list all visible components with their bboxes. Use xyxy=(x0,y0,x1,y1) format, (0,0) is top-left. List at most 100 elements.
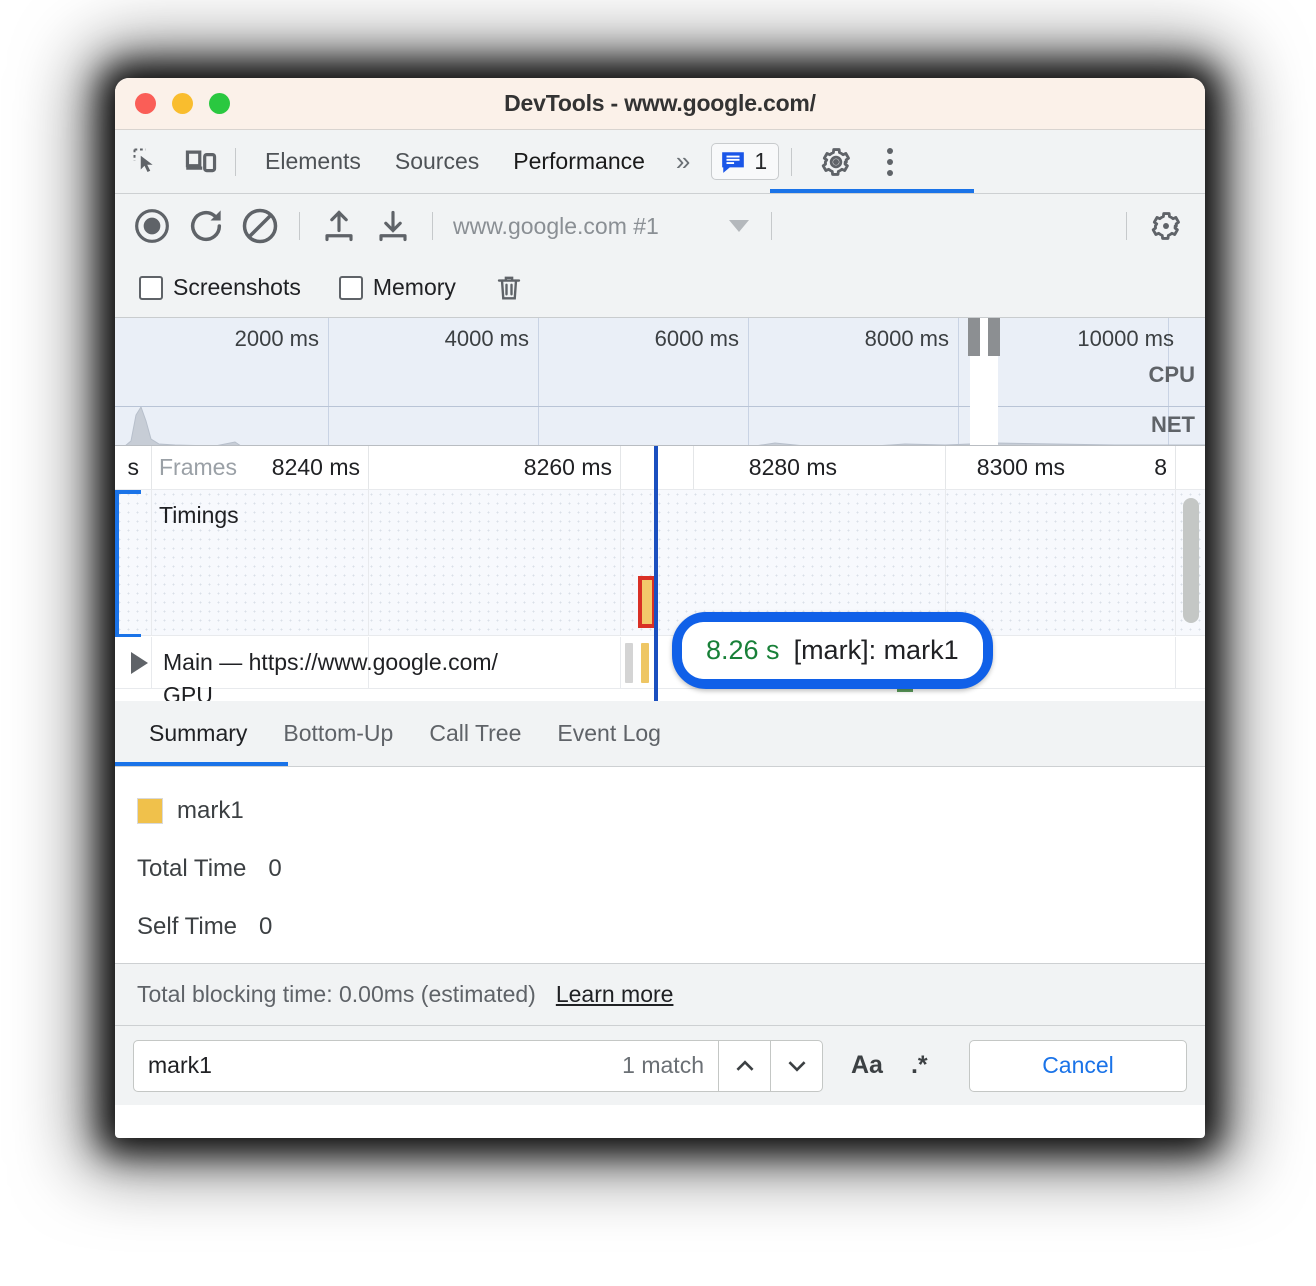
device-toolbar-icon[interactable] xyxy=(179,140,223,184)
perf-divider-1 xyxy=(299,212,300,240)
cpu-usage-curve xyxy=(115,401,1205,446)
download-profile-icon[interactable] xyxy=(366,199,420,253)
session-selector-label[interactable]: www.google.com #1 xyxy=(453,213,659,240)
reload-record-icon[interactable] xyxy=(179,199,233,253)
match-count-label: 1 match xyxy=(622,1052,718,1079)
flame-chart-scrollbar[interactable] xyxy=(1183,498,1199,623)
overview-cpu-baseline xyxy=(115,406,1205,407)
overview-tick: 10000 ms xyxy=(1028,326,1183,352)
upload-profile-icon[interactable] xyxy=(312,199,366,253)
record-icon[interactable] xyxy=(125,199,179,253)
main-event-bar-yellow[interactable] xyxy=(641,643,649,683)
more-tabs-icon[interactable]: » xyxy=(662,146,699,177)
summary-row: Total Time 0 xyxy=(137,855,1205,883)
search-bar: 1 match Aa .* Cancel xyxy=(115,1025,1205,1105)
main-thread-track[interactable]: Main — https://www.google.com/ xyxy=(115,637,1205,689)
toolbar-divider xyxy=(235,148,236,176)
overview-window-left-handle[interactable] xyxy=(968,318,980,356)
window-title: DevTools - www.google.com/ xyxy=(115,90,1205,117)
inspect-cursor-icon[interactable] xyxy=(125,140,169,184)
event-color-swatch xyxy=(137,798,163,824)
chevron-down-icon[interactable] xyxy=(770,1040,822,1092)
overview-tick: 4000 ms xyxy=(398,326,538,352)
issues-message-icon xyxy=(720,149,746,175)
tab-event-log[interactable]: Event Log xyxy=(539,701,679,766)
screenshot-root: DevTools - www.google.com/ E xyxy=(0,0,1316,1286)
perf-divider-3 xyxy=(771,212,772,240)
tab-performance[interactable]: Performance xyxy=(496,130,662,193)
flame-tick: 8280 ms xyxy=(705,454,845,481)
gear-icon[interactable] xyxy=(814,140,858,184)
perf-divider-2 xyxy=(432,212,433,240)
tab-summary[interactable]: Summary xyxy=(131,701,265,766)
summary-panel: mark1 Total Time 0 Self Time 0 xyxy=(115,767,1205,963)
tab-elements[interactable]: Elements xyxy=(248,130,378,193)
search-input[interactable] xyxy=(134,1052,622,1079)
active-tab-indicator xyxy=(770,189,974,193)
timings-track[interactable]: Timings xyxy=(115,490,1205,636)
overview-window-right-handle[interactable] xyxy=(988,318,1000,356)
summary-row: Self Time 0 xyxy=(137,913,1205,941)
overview-cpu-label: CPU xyxy=(1149,362,1195,388)
tab-sources[interactable]: Sources xyxy=(378,130,496,193)
perf-divider-4 xyxy=(1126,212,1127,240)
devtools-tabbar: Elements Sources Performance » 1 xyxy=(115,130,1205,194)
expand-triangle-icon[interactable] xyxy=(131,652,148,674)
capture-settings-gear-icon[interactable] xyxy=(1139,199,1193,253)
tab-bottom-up[interactable]: Bottom-Up xyxy=(265,701,411,766)
performance-toolbar: www.google.com #1 xyxy=(115,194,1205,258)
overview-tick: 8000 ms xyxy=(818,326,958,352)
chevron-down-icon[interactable] xyxy=(729,220,749,232)
flame-tick: 8 xyxy=(1115,454,1175,481)
flame-tick: 8240 ms xyxy=(228,454,368,481)
screenshots-label[interactable]: Screenshots xyxy=(173,274,301,301)
frames-track-label: Frames xyxy=(159,454,237,481)
chevron-up-icon[interactable] xyxy=(718,1040,770,1092)
timeline-overview[interactable]: 2000 ms 4000 ms 6000 ms 8000 ms 10000 ms… xyxy=(115,318,1205,446)
self-time-label: Self Time xyxy=(137,913,237,941)
selection-bracket xyxy=(115,490,141,638)
event-name: mark1 xyxy=(177,797,244,825)
total-time-value: 0 xyxy=(268,855,281,883)
flame-chart-ruler[interactable]: s Frames 8240 ms 8260 ms 8280 ms 8300 ms… xyxy=(115,446,1205,490)
active-details-tab-indicator xyxy=(115,762,288,766)
learn-more-link[interactable]: Learn more xyxy=(556,981,674,1008)
timings-track-label: Timings xyxy=(159,502,239,529)
more-options-icon[interactable] xyxy=(868,140,912,184)
total-time-label: Total Time xyxy=(137,855,246,883)
window-titlebar: DevTools - www.google.com/ xyxy=(115,78,1205,130)
regex-button[interactable]: .* xyxy=(911,1051,928,1080)
event-tooltip: 8.26 s [mark]: mark1 xyxy=(682,622,983,679)
memory-label[interactable]: Memory xyxy=(373,274,456,301)
search-field-wrapper[interactable]: 1 match xyxy=(133,1040,823,1092)
toolbar-divider-2 xyxy=(791,148,792,176)
overview-tick: 6000 ms xyxy=(608,326,748,352)
details-tabbar: Summary Bottom-Up Call Tree Event Log xyxy=(115,701,1205,767)
devtools-window: DevTools - www.google.com/ E xyxy=(115,78,1205,1138)
selection-playhead[interactable] xyxy=(654,446,658,701)
main-event-bar-gray[interactable] xyxy=(625,643,633,683)
capture-options-row: Screenshots Memory xyxy=(115,258,1205,318)
tooltip-label: [mark]: mark1 xyxy=(794,635,959,666)
screenshots-checkbox[interactable] xyxy=(139,276,163,300)
cancel-button[interactable]: Cancel xyxy=(969,1040,1187,1092)
flame-tick: 8260 ms xyxy=(480,454,620,481)
flame-chart[interactable]: s Frames 8240 ms 8260 ms 8280 ms 8300 ms… xyxy=(115,446,1205,701)
issues-badge[interactable]: 1 xyxy=(711,143,779,180)
gpu-track-label: GPU xyxy=(163,682,213,701)
main-thread-label: Main — https://www.google.com/ xyxy=(163,649,498,676)
blocking-time-footer: Total blocking time: 0.00ms (estimated) … xyxy=(115,963,1205,1025)
issues-count: 1 xyxy=(754,148,767,175)
match-case-button[interactable]: Aa xyxy=(851,1051,883,1080)
overview-net-label: NET xyxy=(1151,412,1195,438)
memory-checkbox[interactable] xyxy=(339,276,363,300)
tooltip-timestamp: 8.26 s xyxy=(706,635,780,666)
summary-event-header: mark1 xyxy=(137,797,1205,825)
tab-call-tree[interactable]: Call Tree xyxy=(411,701,539,766)
total-blocking-time-text: Total blocking time: 0.00ms (estimated) xyxy=(137,981,536,1008)
clear-icon[interactable] xyxy=(233,199,287,253)
overview-tick: 2000 ms xyxy=(188,326,328,352)
self-time-value: 0 xyxy=(259,913,272,941)
trash-icon[interactable] xyxy=(494,272,524,304)
flame-tick: 8300 ms xyxy=(933,454,1073,481)
